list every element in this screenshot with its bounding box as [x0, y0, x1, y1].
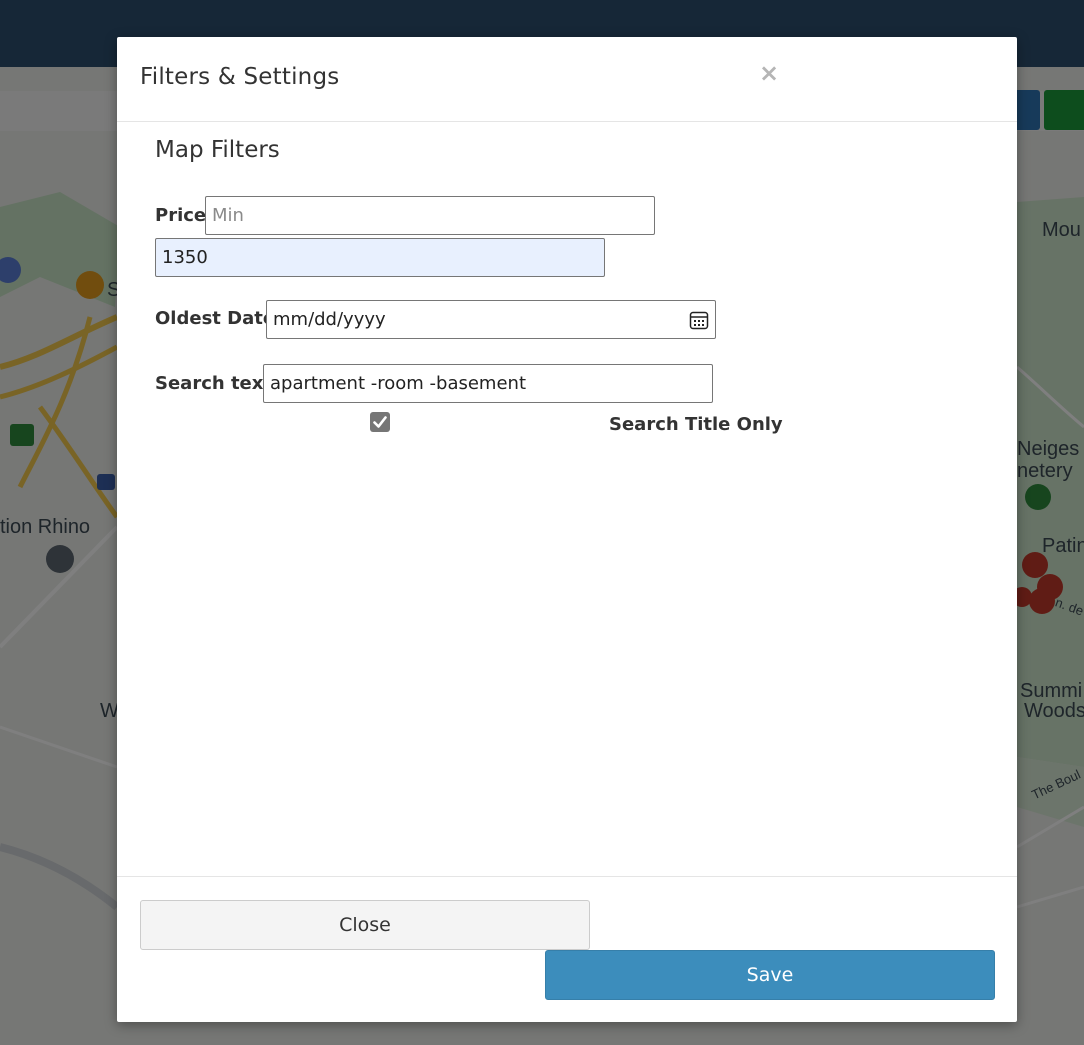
title-only-checkbox[interactable]	[370, 412, 390, 432]
date-placeholder: mm/dd/yyyy	[273, 309, 386, 330]
modal-footer: Close Save	[117, 876, 1017, 1023]
oldest-date-label: Oldest Date	[155, 308, 276, 329]
filters-modal: Filters & Settings × Map Filters Price O…	[117, 37, 1017, 1022]
search-text-label: Search text	[155, 373, 272, 394]
section-title-map-filters: Map Filters	[155, 137, 280, 163]
oldest-date-input[interactable]: mm/dd/yyyy	[266, 300, 716, 339]
close-button[interactable]: Close	[140, 900, 590, 950]
calendar-icon[interactable]	[689, 310, 709, 330]
page: tion Rhino Mou Neiges netery Patin Summi…	[0, 0, 1084, 1045]
modal-title: Filters & Settings	[140, 64, 340, 90]
modal-header: Filters & Settings ×	[117, 37, 1017, 122]
price-max-input[interactable]	[155, 238, 605, 277]
close-icon[interactable]: ×	[757, 59, 781, 87]
search-text-input[interactable]	[263, 364, 713, 403]
price-label: Price	[155, 205, 207, 226]
checkmark-icon	[373, 416, 387, 428]
save-button[interactable]: Save	[545, 950, 995, 1000]
title-only-label: Search Title Only	[609, 414, 783, 435]
price-min-input[interactable]	[205, 196, 655, 235]
